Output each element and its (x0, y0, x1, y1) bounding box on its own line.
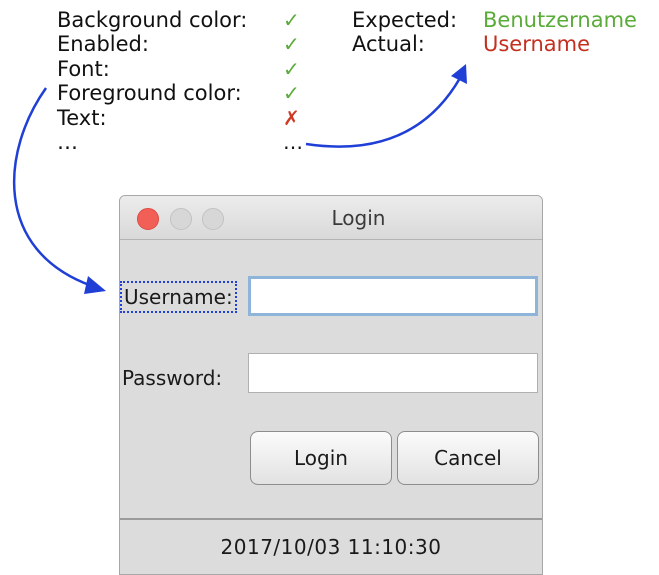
font-to-username-arrow (12, 87, 93, 288)
arrowhead-icon (84, 276, 106, 294)
text-to-actual-arrow (305, 77, 462, 148)
annotation-arrows (12, 64, 467, 294)
